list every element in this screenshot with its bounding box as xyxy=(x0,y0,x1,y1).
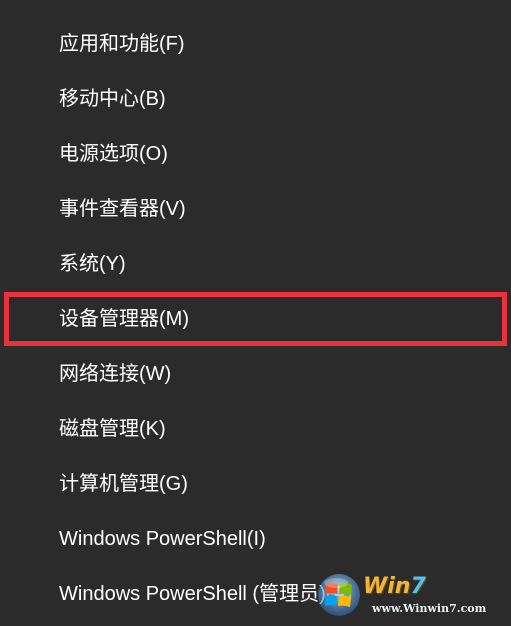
menu-item-system[interactable]: 系统(Y) xyxy=(0,237,511,291)
menu-item-label: 网络连接(W) xyxy=(59,363,172,385)
menu-item-label: Windows PowerShell(I) xyxy=(59,528,266,550)
windows-logo-icon xyxy=(318,574,360,616)
menu-item-label: 电源选项(O) xyxy=(59,143,168,165)
menu-item-label: 设备管理器(M) xyxy=(59,308,189,330)
menu-item-label: 事件查看器(V) xyxy=(59,198,186,220)
menu-item-label: 应用和功能(F) xyxy=(59,33,185,55)
menu-item-computer-management[interactable]: 计算机管理(G) xyxy=(0,457,511,511)
menu-item-device-manager[interactable]: 设备管理器(M) xyxy=(0,292,511,346)
menu-item-label: 系统(Y) xyxy=(59,253,126,275)
menu-item-apps-and-features[interactable]: 应用和功能(F) xyxy=(0,17,511,71)
menu-item-label: 移动中心(B) xyxy=(59,88,166,110)
watermark-url: www.Winwin7.com xyxy=(372,602,487,615)
menu-item-powershell[interactable]: Windows PowerShell(I) xyxy=(0,512,511,566)
context-menu: 应用和功能(F) 移动中心(B) 电源选项(O) 事件查看器(V) 系统(Y) … xyxy=(0,0,511,626)
menu-item-disk-management[interactable]: 磁盘管理(K) xyxy=(0,402,511,456)
menu-item-label: 磁盘管理(K) xyxy=(59,418,166,440)
menu-item-event-viewer[interactable]: 事件查看器(V) xyxy=(0,182,511,236)
menu-item-mobility-center[interactable]: 移动中心(B) xyxy=(0,72,511,126)
menu-item-label: Windows PowerShell (管理员)(A) xyxy=(59,583,353,605)
menu-item-power-options[interactable]: 电源选项(O) xyxy=(0,127,511,181)
watermark: Win7 www.Winwin7.com xyxy=(316,572,506,622)
watermark-brand: Win7 xyxy=(363,574,426,599)
menu-item-label: 计算机管理(G) xyxy=(59,473,188,495)
menu-item-network-connections[interactable]: 网络连接(W) xyxy=(0,347,511,401)
